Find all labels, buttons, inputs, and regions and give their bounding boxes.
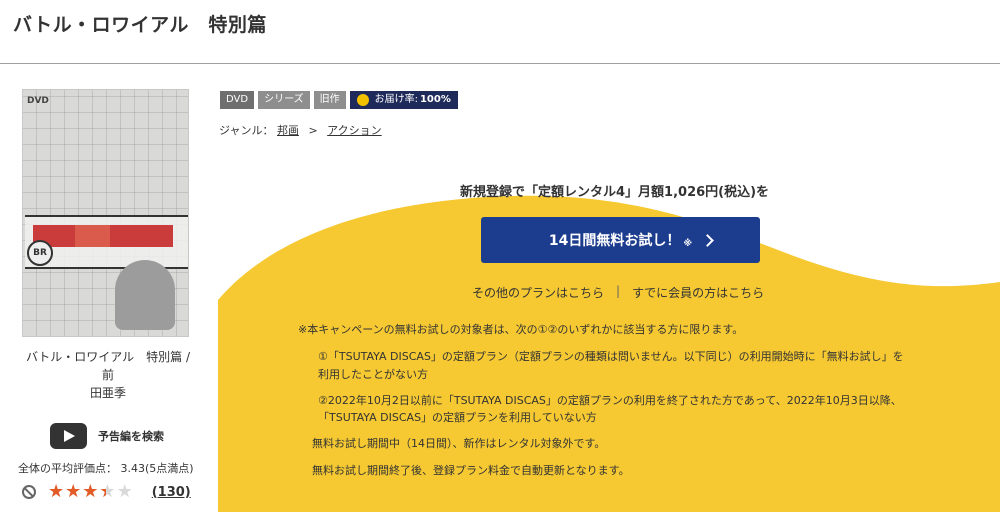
series-tag: シリーズ bbox=[258, 91, 310, 109]
trailer-label: 予告編を検索 bbox=[98, 430, 164, 443]
condition-2-line-1: ②2022年10月2日以前に「TSUTAYA DISCAS」の定額プランの利用を… bbox=[318, 394, 902, 407]
prohibited-icon[interactable] bbox=[22, 485, 36, 499]
star-icon: ★★ bbox=[48, 481, 65, 502]
auto-renew-note: 無料お試し期間終了後、登録プラン料金で自動更新となります。 bbox=[312, 464, 630, 477]
delivery-rate-badge: お届け率: 100% bbox=[349, 91, 458, 109]
other-plans-link[interactable]: その他のプランはこちら bbox=[472, 284, 604, 301]
format-tag: DVD bbox=[220, 91, 255, 109]
review-count-link[interactable]: (130) bbox=[152, 485, 191, 500]
cover-portrait bbox=[115, 260, 175, 330]
link-divider: | bbox=[616, 284, 621, 298]
condition-1-line-1: ①「TSUTAYA DISCAS」の定額プラン（定額プランの種類は問いません。以… bbox=[318, 350, 904, 363]
genre-breadcrumb: ジャンル： 邦画 > アクション bbox=[219, 122, 382, 138]
star-icon: ★★ bbox=[65, 481, 82, 502]
trailer-search-link[interactable]: 予告編を検索 bbox=[50, 423, 164, 449]
free-trial-note-mark: ※ bbox=[683, 239, 693, 249]
star-icon: ★★ bbox=[116, 481, 133, 502]
youtube-play-icon bbox=[50, 423, 87, 449]
cover-badge: BR bbox=[27, 240, 53, 266]
cover-image[interactable]: DVD BR bbox=[22, 89, 189, 337]
trial-period-note: 無料お試し期間中（14日間）、新作はレンタル対象外です。 bbox=[312, 437, 606, 450]
star-icon: ★★ bbox=[82, 481, 99, 502]
delivery-rate: 100% bbox=[419, 94, 451, 105]
tag-row: DVD シリーズ 旧作 お届け率: 100% bbox=[220, 91, 462, 109]
caption-line-1: バトル・ロワイアル 特別篇 / 前 bbox=[25, 350, 191, 382]
rating-row: ★★★★★★★★★★ (130) bbox=[22, 483, 191, 501]
existing-member-link[interactable]: すでに会員の方はこちら bbox=[632, 284, 764, 301]
plan-links: その他のプランはこちら | すでに会員の方はこちら bbox=[472, 284, 764, 301]
genre-link-action[interactable]: アクション bbox=[327, 124, 381, 137]
caption-line-2: 田亜季 bbox=[89, 386, 126, 400]
genre-link-houga[interactable]: 邦画 bbox=[277, 124, 299, 137]
old-release-tag: 旧作 bbox=[313, 91, 346, 109]
delivery-label: お届け率: bbox=[374, 94, 418, 105]
average-rating-text: 全体の平均評価点： 3.43(5点満点) bbox=[18, 462, 194, 475]
plan-intro: 新規登録で「定額レンタル4」月額1,026円(税込)を bbox=[460, 185, 770, 200]
sun-icon bbox=[356, 94, 369, 106]
cover-caption: バトル・ロワイアル 特別篇 / 前 田亜季 bbox=[24, 348, 192, 402]
star-rating: ★★★★★★★★★★ bbox=[48, 483, 134, 501]
cover-dvd-mark: DVD bbox=[27, 96, 49, 106]
free-trial-button[interactable]: 14日間無料お試し！ ※ bbox=[481, 217, 760, 263]
free-trial-label: 14日間無料お試し！ bbox=[548, 233, 681, 249]
star-icon: ★★ bbox=[99, 481, 116, 502]
genre-separator: > bbox=[308, 124, 318, 137]
notes-heading: ※本キャンペーンの無料お試しの対象者は、次の①②のいずれかに該当する方に限ります… bbox=[298, 323, 744, 336]
genre-label: ジャンル： bbox=[219, 124, 274, 137]
condition-1-line-2: 利用したことがない方 bbox=[318, 368, 428, 381]
condition-2-line-2: 「TSUTAYA DISCAS」の定額プランを利用していない方 bbox=[318, 411, 597, 424]
chevron-right-icon bbox=[701, 234, 714, 247]
